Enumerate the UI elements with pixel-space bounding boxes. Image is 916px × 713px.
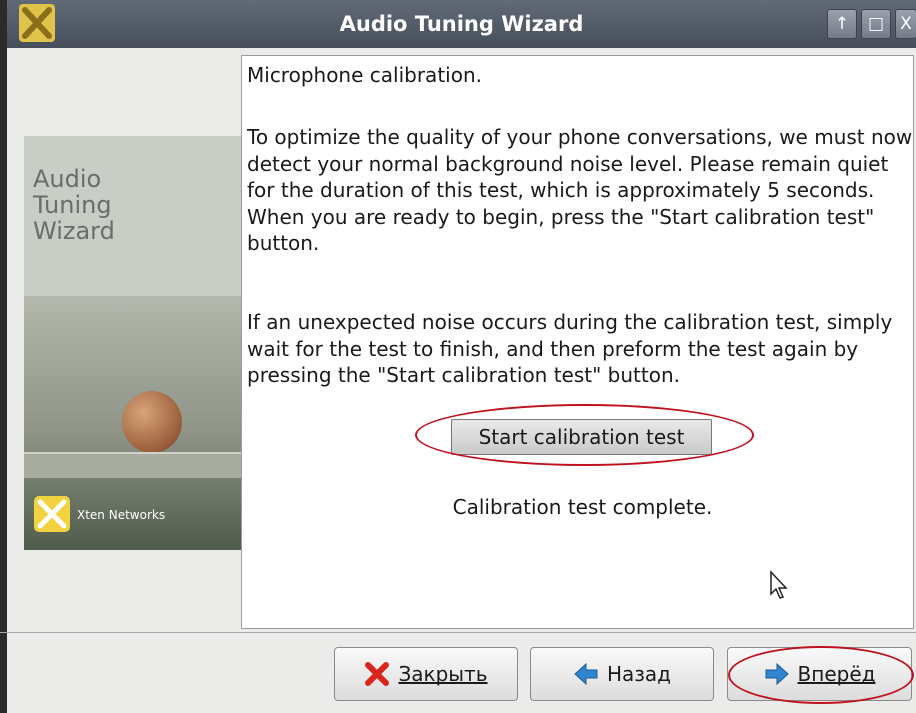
- instructions-paragraph: To optimize the quality of your phone co…: [247, 125, 913, 255]
- forward-arrow-icon: [765, 662, 789, 686]
- desk-graphic: [24, 452, 242, 478]
- person-head-graphic: [122, 391, 182, 453]
- brand-name: Xten Networks: [77, 508, 166, 522]
- back-arrow-icon: [574, 662, 598, 686]
- back-button[interactable]: Назад: [530, 647, 714, 701]
- side-image-title: Audio Tuning Wizard: [33, 165, 115, 245]
- window-title: Audio Tuning Wizard: [339, 12, 584, 36]
- maximize-up-button[interactable]: ↑: [827, 9, 857, 39]
- footer-separator: [0, 632, 916, 633]
- title-bar[interactable]: Audio Tuning Wizard ↑ □ X: [7, 0, 916, 48]
- red-x-icon: [365, 662, 390, 686]
- close-button[interactable]: Закрыть: [334, 647, 518, 701]
- close-window-button[interactable]: X: [895, 9, 916, 39]
- start-calibration-button[interactable]: Start calibration test: [451, 419, 712, 455]
- next-button[interactable]: Вперёд: [727, 647, 912, 701]
- noise-note-paragraph: If an unexpected noise occurs during the…: [247, 310, 893, 387]
- mouse-pointer-icon: [770, 570, 788, 599]
- wizard-content-panel: Microphone calibration. To optimize the …: [241, 55, 914, 629]
- calibration-status: Calibration test complete.: [452, 495, 713, 519]
- wizard-window: Audio Tuning Wizard ↑ □ X Audio Tuning W…: [0, 0, 916, 713]
- wizard-side-image: Audio Tuning Wizard Xten Networks: [24, 136, 242, 550]
- close-button-label: Закрыть: [398, 662, 488, 686]
- next-button-label: Вперёд: [797, 662, 876, 686]
- xten-logo-icon: [34, 496, 70, 532]
- page-heading: Microphone calibration.: [247, 63, 482, 87]
- back-button-label: Назад: [606, 662, 671, 686]
- restore-button[interactable]: □: [861, 9, 891, 39]
- window-left-border: [0, 0, 7, 713]
